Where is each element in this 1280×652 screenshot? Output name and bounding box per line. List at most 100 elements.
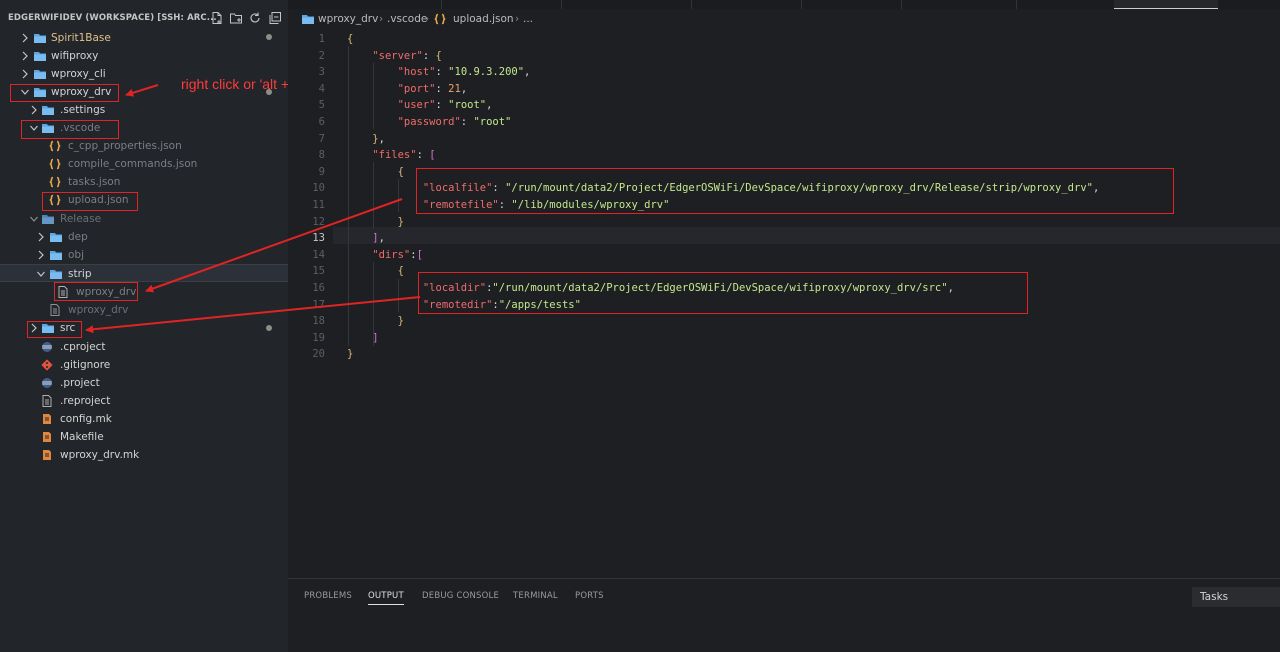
tree-item-release-wproxy-drv[interactable]: wproxy_drv <box>0 301 288 319</box>
modified-dot <box>266 34 272 40</box>
tree-item-wifiproxy[interactable]: wifiproxy <box>0 47 288 65</box>
tab-terminal[interactable]: TERMINAL <box>513 591 558 601</box>
folder-icon <box>33 31 47 45</box>
breadcrumb-item[interactable]: wproxy_drv <box>318 13 378 25</box>
eclipse-icon <box>40 376 54 390</box>
explorer-header: EDGERWIFIDEV (WORKSPACE) [SSH: ARC... <box>0 10 288 30</box>
tree-item-spirit1base[interactable]: Spirit1Base <box>0 29 288 47</box>
tree-item-reproject[interactable]: .reproject <box>0 392 288 410</box>
code-line[interactable]: { <box>347 164 404 181</box>
tree-item-strip-wproxy-drv[interactable]: wproxy_drv <box>0 283 288 301</box>
code-line[interactable]: ] <box>347 330 378 347</box>
tree-item-strip[interactable]: strip <box>0 264 288 282</box>
tree-item-cproject[interactable]: .cproject <box>0 338 288 356</box>
highlight-box-dirs <box>418 272 1028 314</box>
tree-item-obj[interactable]: obj <box>0 246 288 264</box>
code-line[interactable]: "port": 21, <box>347 81 468 98</box>
new-file-icon[interactable] <box>210 11 224 25</box>
tab-debug-console[interactable]: DEBUG CONSOLE <box>422 591 499 601</box>
chevron-right-icon <box>29 104 39 116</box>
highlight-box-strip-binary <box>54 282 138 301</box>
current-line-highlight <box>333 227 1280 244</box>
json-file-icon <box>433 12 447 26</box>
code-line[interactable]: ], <box>347 230 385 247</box>
breadcrumb-item[interactable]: .vscode <box>387 13 427 25</box>
chevron-right-icon <box>20 32 30 44</box>
code-editor[interactable]: 1 2 3 4 5 6 7 8 9 10 11 12 13 14 15 16 17 18 19 20 { "serve… <box>288 30 1280 578</box>
line-number: 3 <box>318 66 325 79</box>
refresh-icon[interactable] <box>248 11 262 25</box>
tree-item-settings[interactable]: .settings <box>0 101 288 119</box>
modified-dot <box>266 325 272 331</box>
breadcrumb-item[interactable]: ... <box>523 13 533 25</box>
folder-open-icon <box>49 267 63 281</box>
code-line[interactable]: { <box>347 263 404 280</box>
tree-item-release[interactable]: Release <box>0 210 288 228</box>
tab-output[interactable]: OUTPUT <box>368 591 404 605</box>
line-number: 4 <box>318 82 325 95</box>
tree-item-compile-commands[interactable]: compile_commands.json <box>0 155 288 173</box>
code-line[interactable]: } <box>347 214 404 231</box>
line-number: 17 <box>312 298 325 311</box>
line-number: 5 <box>318 99 325 112</box>
code-line[interactable]: } <box>347 346 353 363</box>
line-number: 2 <box>318 49 325 62</box>
line-number: 15 <box>312 265 325 278</box>
tree-item-c-cpp-properties[interactable]: c_cpp_properties.json <box>0 137 288 155</box>
tab-upload-json[interactable] <box>1114 0 1218 9</box>
new-folder-icon[interactable] <box>229 11 243 25</box>
makefile-icon <box>40 412 54 426</box>
tab-problems[interactable]: PROBLEMS <box>304 591 352 601</box>
editor-tab-bar <box>288 0 1280 9</box>
line-number: 20 <box>312 348 325 361</box>
tree-item-tasks-json[interactable]: tasks.json <box>0 173 288 191</box>
code-line[interactable]: "host": "10.9.3.200", <box>347 64 531 81</box>
highlight-box-files <box>416 168 1174 214</box>
highlight-box-upload-json <box>42 192 138 211</box>
tree-item-wproxy-drv-mk[interactable]: wproxy_drv.mk <box>0 446 288 464</box>
line-number: 7 <box>318 132 325 145</box>
line-number: 10 <box>312 182 325 195</box>
makefile-icon <box>40 448 54 462</box>
folder-icon <box>33 67 47 81</box>
tree-item-makefile[interactable]: Makefile <box>0 428 288 446</box>
tree-item-config-mk[interactable]: config.mk <box>0 410 288 428</box>
breadcrumb-item[interactable]: upload.json <box>453 13 514 25</box>
collapse-all-icon[interactable] <box>268 11 282 25</box>
workspace-title[interactable]: EDGERWIFIDEV (WORKSPACE) [SSH: ARC... <box>8 13 217 23</box>
breadcrumb: wproxy_drv › .vscode › upload.json › ... <box>288 10 1280 30</box>
code-line[interactable]: }, <box>347 131 385 148</box>
makefile-icon <box>40 430 54 444</box>
folder-icon <box>33 49 47 63</box>
folder-icon <box>41 103 55 117</box>
chevron-right-icon <box>36 231 46 243</box>
line-number: 1 <box>318 33 325 45</box>
line-number: 19 <box>312 331 325 344</box>
output-channel-select[interactable]: Tasks <box>1192 587 1280 607</box>
line-number: 13 <box>312 232 325 245</box>
highlight-box-wproxy-drv <box>10 84 119 102</box>
output-channel-value: Tasks <box>1200 591 1229 603</box>
folder-icon <box>49 248 63 262</box>
json-file-icon <box>48 175 62 189</box>
code-line[interactable]: } <box>347 313 404 330</box>
code-line[interactable]: "user": "root", <box>347 97 493 114</box>
chevron-right-icon <box>20 68 30 80</box>
tree-item-dep[interactable]: dep <box>0 228 288 246</box>
chevron-down-icon <box>29 213 39 225</box>
line-number: 9 <box>318 165 325 178</box>
code-line[interactable]: "password": "root" <box>347 114 512 131</box>
eclipse-icon <box>40 340 54 354</box>
bottom-panel: PROBLEMS OUTPUT DEBUG CONSOLE TERMINAL P… <box>288 578 1280 652</box>
line-number: 6 <box>318 116 325 128</box>
chevron-right-icon <box>36 249 46 261</box>
code-line[interactable]: "dirs":[ <box>347 247 423 264</box>
code-line[interactable]: { <box>347 31 353 48</box>
code-line[interactable]: "server": { <box>347 48 442 65</box>
tree-item-project[interactable]: .project <box>0 374 288 392</box>
highlight-box-src <box>27 321 82 338</box>
folder-icon <box>301 12 315 26</box>
tree-item-gitignore[interactable]: .gitignore <box>0 356 288 374</box>
tab-ports[interactable]: PORTS <box>575 591 604 601</box>
code-line[interactable]: "files": [ <box>347 147 435 164</box>
